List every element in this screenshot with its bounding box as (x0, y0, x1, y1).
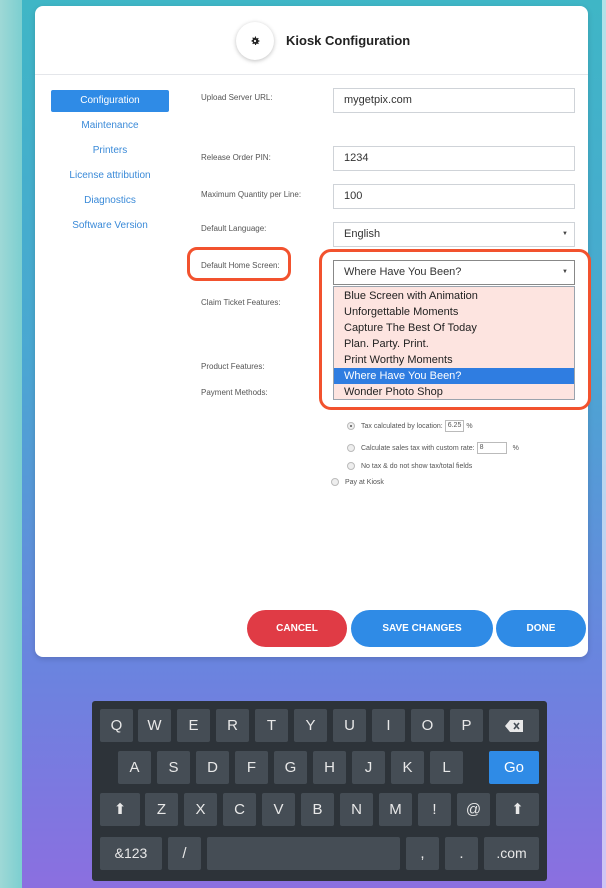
key-n[interactable]: N (340, 793, 373, 826)
key-e[interactable]: E (177, 709, 210, 742)
key-i[interactable]: I (372, 709, 405, 742)
default-home-screen-select[interactable]: Where Have You Been? ▼ (333, 260, 575, 285)
key-f[interactable]: F (235, 751, 268, 784)
page-title: Kiosk Configuration (286, 33, 411, 48)
page-right-edge (602, 0, 606, 888)
key-l[interactable]: L (430, 751, 463, 784)
sidebar-item-software-version[interactable]: Software Version (51, 215, 169, 237)
radio-button[interactable] (347, 444, 355, 452)
key-exclamation[interactable]: ! (418, 793, 451, 826)
symbols-key[interactable]: &123 (100, 837, 162, 870)
pay-at-kiosk-label: Pay at Kiosk (345, 478, 384, 486)
key-z[interactable]: Z (145, 793, 178, 826)
backspace-icon (505, 720, 523, 732)
caret-down-icon: ▼ (562, 231, 568, 237)
dropdown-option[interactable]: Plan. Party. Print. (334, 336, 574, 352)
shift-icon: ⬆ (113, 801, 127, 818)
dropdown-option-selected[interactable]: Where Have You Been? (334, 368, 574, 384)
key-b[interactable]: B (301, 793, 334, 826)
key-dot[interactable]: . (445, 837, 478, 870)
default-home-screen-value: Where Have You Been? (344, 266, 462, 278)
dropdown-option[interactable]: Print Worthy Moments (334, 352, 574, 368)
key-slash[interactable]: / (168, 837, 201, 870)
shift-key[interactable]: ⬆ (100, 793, 140, 826)
key-s[interactable]: S (157, 751, 190, 784)
custom-rate-label: Calculate sales tax with custom rate: (361, 444, 475, 452)
on-screen-keyboard: Q W E R T Y U I O P A S D F G H J K L Go… (92, 701, 547, 881)
sidebar-item-printers[interactable]: Printers (51, 140, 169, 162)
key-t[interactable]: T (255, 709, 288, 742)
key-x[interactable]: X (184, 793, 217, 826)
kiosk-config-panel: Kiosk Configuration Configuration Mainte… (35, 6, 591, 657)
default-language-label: Default Language: (201, 224, 267, 233)
release-order-pin-input[interactable]: 1234 (333, 146, 575, 171)
dropdown-option[interactable]: Blue Screen with Animation (334, 288, 574, 304)
dropdown-option[interactable]: Capture The Best Of Today (334, 320, 574, 336)
sidebar: Configuration Maintenance Printers Licen… (51, 90, 169, 240)
release-order-pin-label: Release Order PIN: (201, 153, 271, 162)
key-w[interactable]: W (138, 709, 171, 742)
key-at[interactable]: @ (457, 793, 490, 826)
key-r[interactable]: R (216, 709, 249, 742)
sidebar-item-maintenance[interactable]: Maintenance (51, 115, 169, 137)
radio-button[interactable] (347, 462, 355, 470)
key-h[interactable]: H (313, 751, 346, 784)
dropdown-option[interactable]: Wonder Photo Shop (334, 384, 574, 400)
go-key[interactable]: Go (489, 751, 539, 784)
default-language-value: English (344, 228, 381, 240)
tax-by-location-option[interactable]: Tax calculated by location: 6.25 % (347, 420, 473, 432)
shift-icon: ⬆ (511, 801, 524, 818)
key-k[interactable]: K (391, 751, 424, 784)
gear-icon (236, 22, 274, 60)
backspace-key[interactable] (489, 709, 539, 742)
upload-server-url-label: Upload Server URL: (201, 93, 273, 102)
custom-rate-field[interactable]: 8 (476, 442, 507, 454)
product-features-label: Product Features: (201, 362, 265, 371)
no-tax-option[interactable]: No tax & do not show tax/total fields (347, 462, 472, 470)
key-o[interactable]: O (411, 709, 444, 742)
max-quantity-label: Maximum Quantity per Line: (201, 190, 302, 199)
sidebar-item-configuration[interactable]: Configuration (51, 90, 169, 112)
upload-server-url-input[interactable]: mygetpix.com (333, 88, 575, 113)
sidebar-item-license-attribution[interactable]: License attribution (51, 165, 169, 187)
tax-by-location-label: Tax calculated by location: (361, 422, 443, 430)
dotcom-key[interactable]: .com (484, 837, 539, 870)
panel-header: Kiosk Configuration (35, 6, 588, 75)
sidebar-item-diagnostics[interactable]: Diagnostics (51, 190, 169, 212)
pay-at-kiosk-option[interactable]: Pay at Kiosk (331, 478, 384, 486)
space-key[interactable] (207, 837, 400, 870)
default-home-screen-label: Default Home Screen: (201, 261, 280, 270)
home-screen-dropdown-list: Blue Screen with Animation Unforgettable… (333, 286, 575, 400)
key-p[interactable]: P (450, 709, 483, 742)
key-g[interactable]: G (274, 751, 307, 784)
save-changes-button[interactable]: SAVE CHANGES (351, 610, 493, 647)
custom-rate-option[interactable]: Calculate sales tax with custom rate: 8 … (347, 442, 519, 454)
cancel-button[interactable]: CANCEL (247, 610, 347, 647)
key-v[interactable]: V (262, 793, 295, 826)
key-y[interactable]: Y (294, 709, 327, 742)
key-d[interactable]: D (196, 751, 229, 784)
dropdown-option[interactable]: Unforgettable Moments (334, 304, 574, 320)
checkbox[interactable] (331, 478, 339, 486)
max-quantity-input[interactable]: 100 (333, 184, 575, 209)
no-tax-label: No tax & do not show tax/total fields (361, 462, 473, 470)
radio-button[interactable] (347, 422, 355, 430)
key-j[interactable]: J (352, 751, 385, 784)
percent-sign: % (512, 444, 519, 452)
claim-ticket-features-label: Claim Ticket Features: (201, 298, 281, 307)
key-q[interactable]: Q (100, 709, 133, 742)
shift-key-right[interactable]: ⬆ (496, 793, 539, 826)
key-comma[interactable]: , (406, 837, 439, 870)
key-c[interactable]: C (223, 793, 256, 826)
key-m[interactable]: M (379, 793, 412, 826)
percent-sign: % (466, 422, 473, 430)
payment-methods-label: Payment Methods: (201, 388, 268, 397)
tax-by-location-field[interactable]: 6.25 (444, 420, 465, 432)
key-u[interactable]: U (333, 709, 366, 742)
caret-down-icon: ▼ (562, 269, 568, 275)
page-left-edge (0, 0, 22, 888)
done-button[interactable]: DONE (496, 610, 586, 647)
key-a[interactable]: A (118, 751, 151, 784)
default-language-select[interactable]: English ▼ (333, 222, 575, 247)
